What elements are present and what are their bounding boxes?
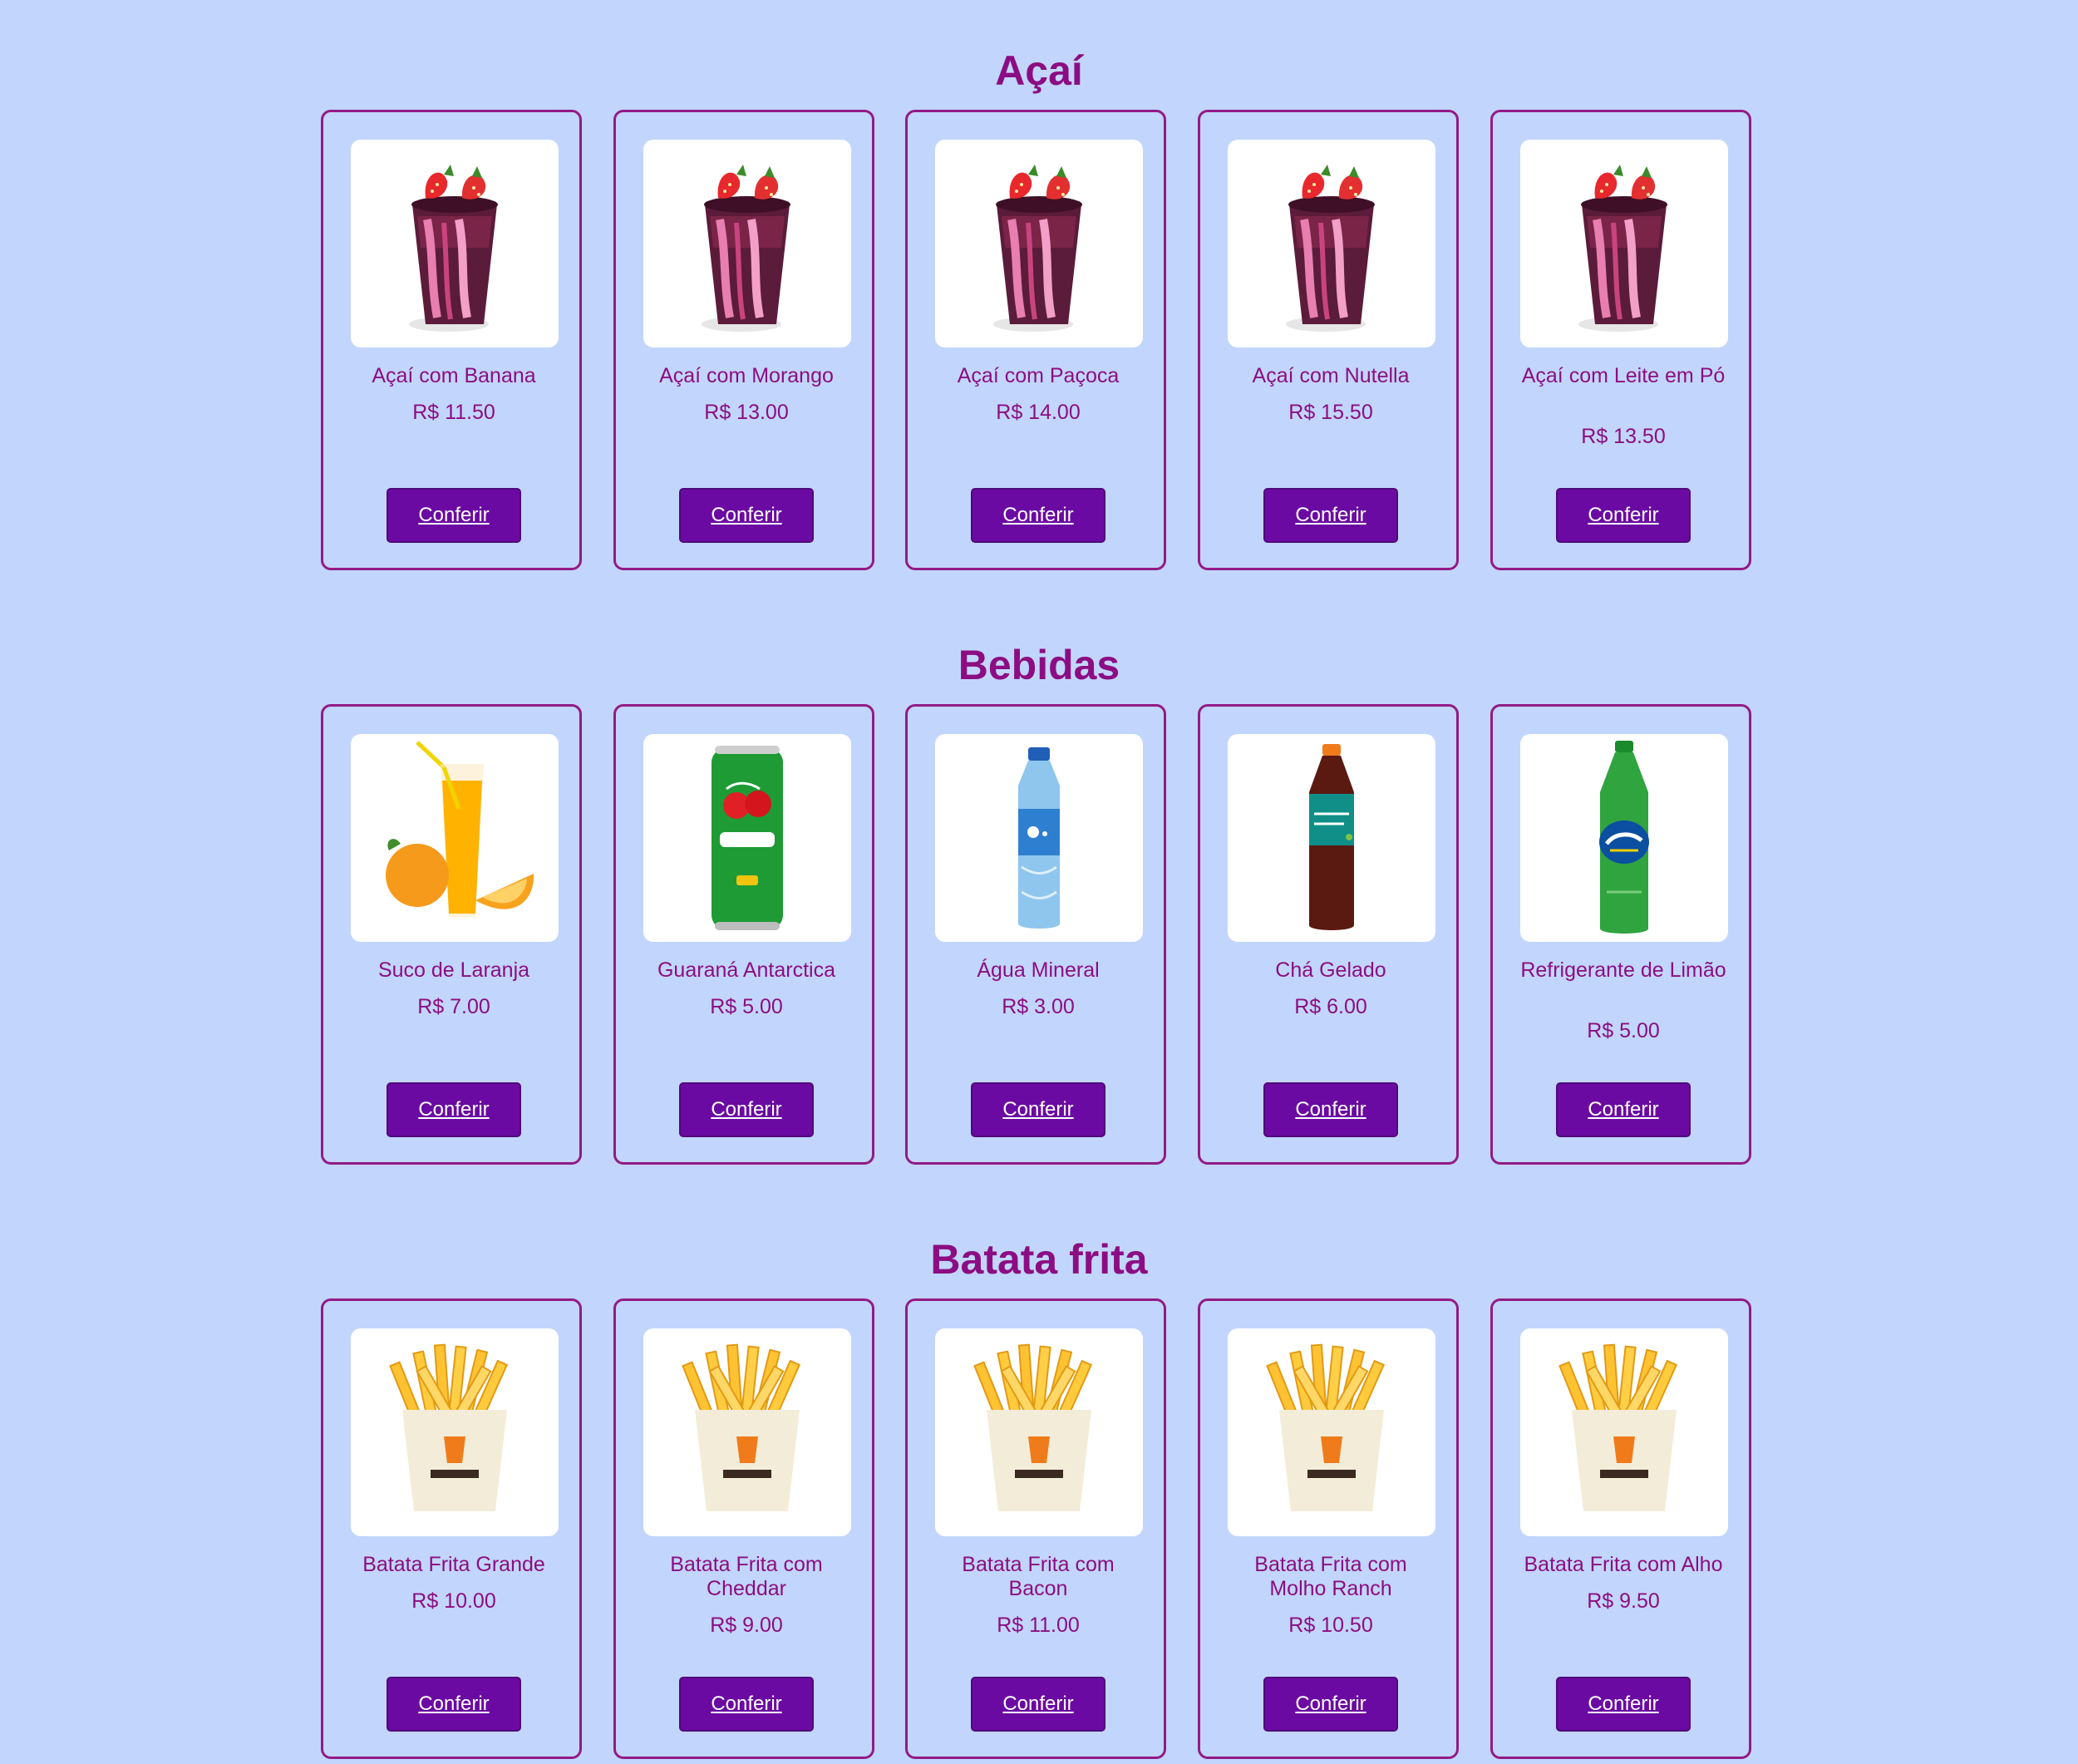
product-name: Batata Frita Grande (362, 1553, 545, 1576)
product-card: Açaí com Nutella R$ 15.50 Conferir (1198, 110, 1459, 570)
product-name: Açaí com Leite em Pó (1521, 364, 1726, 387)
orange-juice-image (351, 734, 559, 942)
product-price: R$ 13.00 (704, 401, 789, 424)
fries-box-image (935, 1328, 1143, 1536)
product-card: Batata Frita com Molho Ranch R$ 10.50 Co… (1198, 1298, 1459, 1759)
product-name: Açaí com Banana (372, 364, 536, 387)
conferir-button[interactable]: Conferir (1263, 1677, 1398, 1732)
iced-tea-bottle-image (1228, 734, 1435, 942)
product-name: Refrigerante de Limão (1520, 958, 1726, 982)
conferir-button[interactable]: Conferir (387, 1677, 521, 1732)
product-name: Batata Frita com Alho (1524, 1553, 1723, 1576)
product-card: Água Mineral R$ 3.00 Conferir (905, 704, 1166, 1165)
product-card: Suco de Laranja R$ 7.00 Conferir (321, 704, 582, 1165)
conferir-button[interactable]: Conferir (679, 488, 814, 543)
section-title: Açaí (995, 47, 1083, 94)
section-acai: Açaí Açaí com Banana R$ 11.50 Conferir A… (0, 0, 2078, 582)
conferir-button[interactable]: Conferir (1556, 488, 1691, 543)
conferir-button[interactable]: Conferir (1556, 1082, 1691, 1137)
product-card: Refrigerante de Limão R$ 5.00 Conferir (1490, 704, 1751, 1165)
section-title: Batata frita (930, 1236, 1148, 1283)
product-name: Batata Frita com Molho Ranch (1254, 1553, 1407, 1600)
product-price: R$ 10.50 (1288, 1614, 1373, 1637)
product-card: Açaí com Morango R$ 13.00 Conferir (613, 110, 874, 570)
product-name: Chá Gelado (1275, 958, 1386, 982)
product-card: Açaí com Banana R$ 11.50 Conferir (321, 110, 582, 570)
product-price: R$ 14.00 (996, 401, 1081, 424)
fries-box-image (1228, 1328, 1435, 1536)
product-price: R$ 6.00 (1294, 995, 1367, 1018)
acai-cup-image (351, 140, 559, 347)
acai-cup-image (1520, 140, 1728, 347)
product-price: R$ 5.00 (1587, 1019, 1660, 1042)
section-batata-frita: Batata frita Batata Frita Grande R$ 10.0… (0, 1189, 2078, 1759)
product-price: R$ 11.00 (997, 1614, 1080, 1637)
product-row: Suco de Laranja R$ 7.00 Conferir Guaraná… (321, 704, 1757, 1170)
product-card: Batata Frita com Bacon R$ 11.00 Conferir (905, 1298, 1166, 1759)
section-title: Bebidas (958, 642, 1120, 688)
fries-box-image (643, 1328, 851, 1536)
product-card: Batata Frita com Alho R$ 9.50 Conferir (1490, 1298, 1751, 1759)
conferir-button[interactable]: Conferir (387, 1082, 521, 1137)
conferir-button[interactable]: Conferir (971, 1082, 1105, 1137)
conferir-button[interactable]: Conferir (679, 1082, 814, 1137)
product-price: R$ 9.50 (1587, 1589, 1660, 1613)
product-name: Guaraná Antarctica (657, 958, 835, 982)
product-name: Açaí com Nutella (1252, 364, 1410, 387)
product-card: Chá Gelado R$ 6.00 Conferir (1198, 704, 1459, 1165)
product-price: R$ 10.00 (411, 1589, 496, 1613)
conferir-button[interactable]: Conferir (1263, 1082, 1398, 1137)
conferir-button[interactable]: Conferir (1556, 1677, 1691, 1732)
product-row: Açaí com Banana R$ 11.50 Conferir Açaí c… (321, 110, 1757, 575)
soda-can-image (643, 734, 851, 942)
product-price: R$ 13.50 (1581, 425, 1666, 448)
product-card: Batata Frita Grande R$ 10.00 Conferir (321, 1298, 582, 1759)
section-bebidas: Bebidas Suco de Laranja R$ 7.00 Conferir (0, 594, 2078, 1176)
product-price: R$ 3.00 (1002, 995, 1075, 1018)
conferir-button[interactable]: Conferir (679, 1677, 814, 1732)
water-bottle-image (935, 734, 1143, 942)
product-card: Açaí com Leite em Pó R$ 13.50 Conferir (1490, 110, 1751, 570)
conferir-button[interactable]: Conferir (387, 488, 521, 543)
conferir-button[interactable]: Conferir (971, 488, 1105, 543)
product-name: Batata Frita com Bacon (962, 1553, 1115, 1600)
product-card: Guaraná Antarctica R$ 5.00 Conferir (613, 704, 874, 1165)
acai-cup-image (935, 140, 1143, 347)
product-price: R$ 5.00 (710, 995, 783, 1018)
product-name: Suco de Laranja (377, 958, 530, 982)
product-name: Batata Frita com Cheddar (670, 1553, 823, 1600)
product-card: Batata Frita com Cheddar R$ 9.00 Conferi… (613, 1298, 874, 1759)
product-name: Água Mineral (977, 958, 1100, 982)
product-name: Açaí com Morango (659, 364, 834, 387)
acai-cup-image (643, 140, 851, 347)
fries-box-image (351, 1328, 559, 1536)
fries-box-image (1520, 1328, 1728, 1536)
product-price: R$ 11.50 (412, 401, 495, 424)
product-price: R$ 15.50 (1288, 401, 1373, 424)
product-price: R$ 7.00 (417, 995, 490, 1018)
lemon-soda-bottle-image (1520, 734, 1728, 942)
product-name: Açaí com Paçoca (957, 364, 1120, 387)
product-price: R$ 9.00 (710, 1614, 783, 1637)
product-card: Açaí com Paçoca R$ 14.00 Conferir (905, 110, 1166, 570)
conferir-button[interactable]: Conferir (1263, 488, 1398, 543)
product-row: Batata Frita Grande R$ 10.00 Conferir Ba… (321, 1298, 1757, 1764)
acai-cup-image (1228, 140, 1435, 347)
conferir-button[interactable]: Conferir (971, 1677, 1105, 1732)
